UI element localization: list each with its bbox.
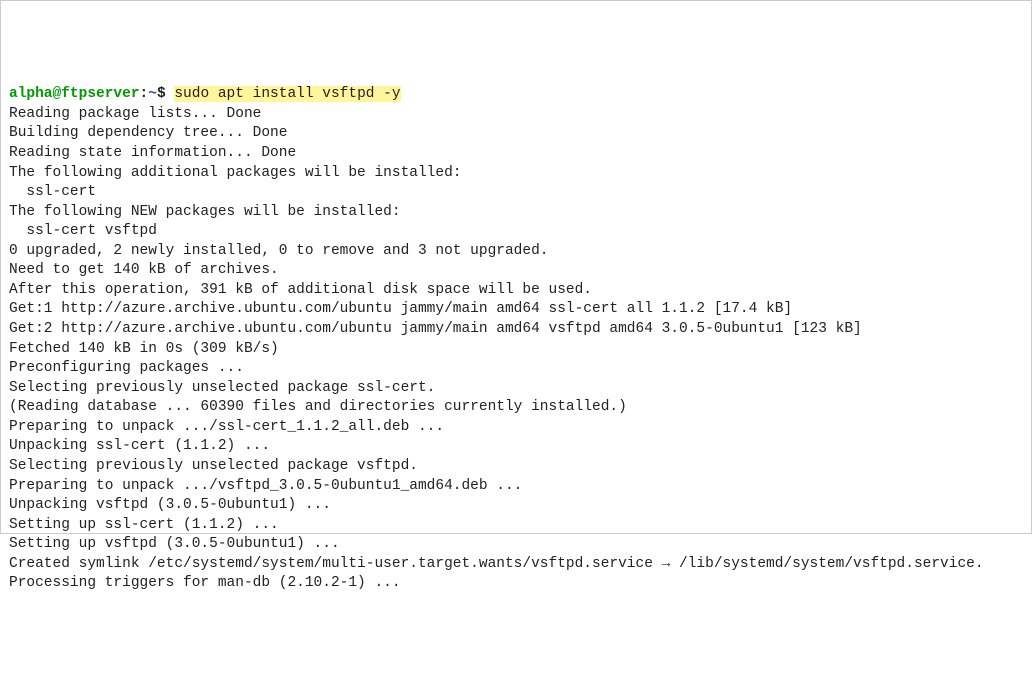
output-line: Preconfiguring packages ...	[9, 359, 1023, 379]
output-line: Unpacking vsftpd (3.0.5-0ubuntu1) ...	[9, 496, 1023, 516]
output-line: Preparing to unpack .../ssl-cert_1.1.2_a…	[9, 418, 1023, 438]
output-line: Created symlink /etc/systemd/system/mult…	[9, 555, 1023, 575]
output-line: Selecting previously unselected package …	[9, 457, 1023, 477]
output-line: Unpacking ssl-cert (1.1.2) ...	[9, 437, 1023, 457]
prompt-user-host: alpha@ftpserver	[9, 86, 140, 102]
output-line: The following NEW packages will be insta…	[9, 203, 1023, 223]
output-line: Building dependency tree... Done	[9, 124, 1023, 144]
prompt-dollar: $	[157, 86, 166, 102]
prompt-path: ~	[148, 86, 157, 102]
output-line: After this operation, 391 kB of addition…	[9, 281, 1023, 301]
output-line: Fetched 140 kB in 0s (309 kB/s)	[9, 340, 1023, 360]
output-line: Preparing to unpack .../vsftpd_3.0.5-0ub…	[9, 477, 1023, 497]
output-line: Get:1 http://azure.archive.ubuntu.com/ub…	[9, 300, 1023, 320]
output-line: The following additional packages will b…	[9, 164, 1023, 184]
output-line: ssl-cert	[9, 183, 1023, 203]
output-line: Selecting previously unselected package …	[9, 379, 1023, 399]
output-line: Reading package lists... Done	[9, 105, 1023, 125]
prompt-separator: :	[140, 86, 149, 102]
output-line: Processing triggers for man-db (2.10.2-1…	[9, 574, 1023, 594]
command-text: sudo apt install vsftpd -y	[174, 86, 400, 102]
output-line: Need to get 140 kB of archives.	[9, 261, 1023, 281]
output-line: (Reading database ... 60390 files and di…	[9, 398, 1023, 418]
output-line: Setting up ssl-cert (1.1.2) ...	[9, 516, 1023, 536]
prompt-line[interactable]: alpha@ftpserver:~$ sudo apt install vsft…	[9, 85, 1023, 105]
output-line: Get:2 http://azure.archive.ubuntu.com/ub…	[9, 320, 1023, 340]
output-line: 0 upgraded, 2 newly installed, 0 to remo…	[9, 242, 1023, 262]
output-line: Setting up vsftpd (3.0.5-0ubuntu1) ...	[9, 535, 1023, 555]
output-line: ssl-cert vsftpd	[9, 222, 1023, 242]
output-line: Reading state information... Done	[9, 144, 1023, 164]
